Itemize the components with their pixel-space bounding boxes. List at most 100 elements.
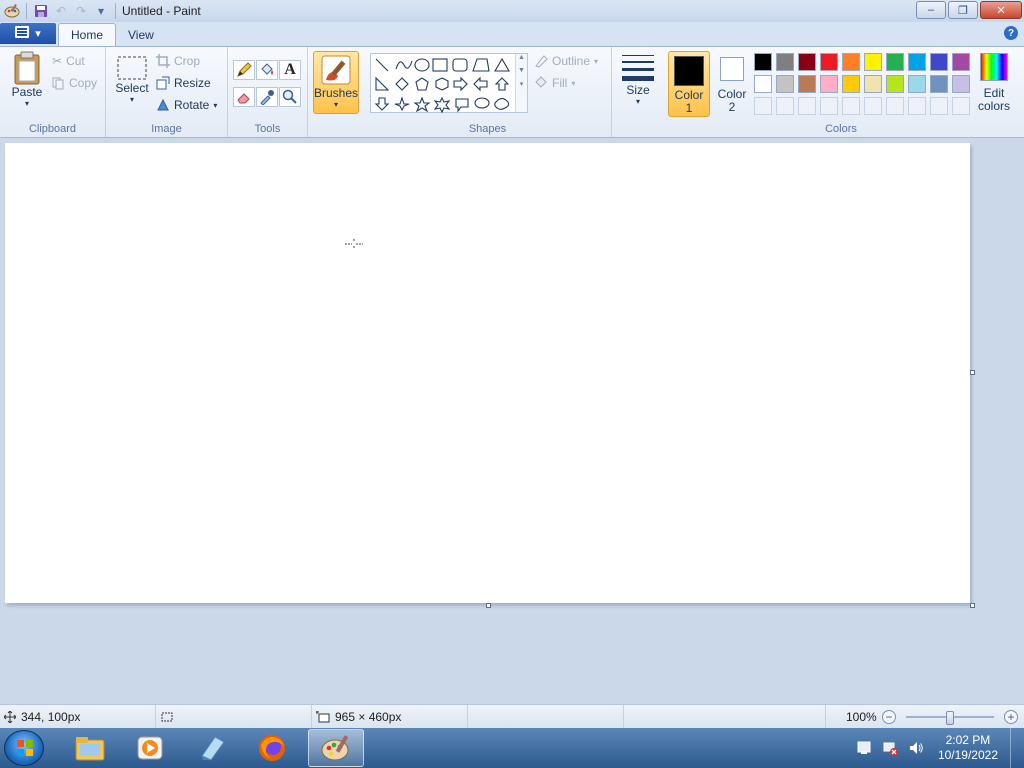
canvas-workspace[interactable] [0,138,1024,704]
shapes-group: ▲ ▼ ▾ Outline ▾ Fill ▾ Shapes [364,47,612,137]
zoom-slider-thumb[interactable] [946,711,954,725]
zoom-in-button[interactable]: + [1004,710,1018,724]
custom-color-slot[interactable] [908,97,926,115]
start-button[interactable] [4,730,44,766]
color-swatch[interactable] [820,53,838,71]
qat-separator [26,3,27,19]
color-swatch[interactable] [754,53,772,71]
scroll-down-icon[interactable]: ▼ [516,67,527,74]
color-swatch[interactable] [864,75,882,93]
volume-icon[interactable] [906,738,926,758]
outline-button[interactable]: Outline ▾ [534,51,598,71]
paint-menu-button[interactable]: ▾ [0,23,56,44]
paste-button[interactable]: Paste ▾ [8,51,46,108]
ribbon: Paste ▾ ✂ Cut Copy Clipboard Select ▾ Cr… [0,46,1024,138]
color-swatch[interactable] [864,53,882,71]
text-tool[interactable]: A [279,60,301,80]
rotate-button[interactable]: Rotate ▾ [156,95,217,115]
brushes-button[interactable]: Brushes ▾ [313,51,359,114]
color-swatch[interactable] [952,75,970,93]
edit-colors-button[interactable]: Edit colors [974,53,1014,113]
close-button[interactable]: ✕ [980,1,1022,19]
color-swatch[interactable] [952,53,970,71]
tools-group-label: Tools [254,123,281,135]
resize-handle-bottom[interactable] [486,603,491,608]
color-swatch[interactable] [754,75,772,93]
color2-button[interactable]: Color 2 [712,51,752,117]
shapes-scrollbar[interactable]: ▲ ▼ ▾ [515,54,527,112]
clock[interactable]: 2:02 PM 10/19/2022 [938,733,998,763]
color1-button[interactable]: Color 1 [668,51,710,117]
minimize-button[interactable]: – [916,1,946,19]
eraser-tool[interactable] [233,87,255,107]
color-swatch[interactable] [842,75,860,93]
taskbar-explorer[interactable] [62,729,118,767]
resize-button[interactable]: Resize [156,73,211,93]
custom-color-slot[interactable] [820,97,838,115]
custom-color-slot[interactable] [776,97,794,115]
taskbar-media-player[interactable] [122,729,178,767]
zoom-out-button[interactable]: − [882,710,896,724]
tab-view[interactable]: View [116,23,166,46]
color-swatch[interactable] [886,53,904,71]
expand-gallery-icon[interactable]: ▾ [516,80,527,88]
pencil-tool[interactable] [233,60,255,80]
tab-home[interactable]: Home [58,23,117,46]
custom-color-slot[interactable] [864,97,882,115]
crop-button[interactable]: Crop [156,51,200,71]
rotate-label: Rotate [174,98,210,112]
quick-access-toolbar: ↶ ↷ ▾ [0,0,120,22]
color-swatch[interactable] [886,75,904,93]
color-swatch[interactable] [908,53,926,71]
size-button[interactable]: Size ▾ [618,53,658,106]
undo-icon[interactable]: ↶ [51,1,71,21]
color-swatch[interactable] [798,75,816,93]
scroll-up-icon[interactable]: ▲ [516,54,527,61]
taskbar-paint[interactable] [308,729,364,767]
resize-handle-corner[interactable] [970,603,975,608]
color-swatch[interactable] [842,53,860,71]
color-swatch[interactable] [930,75,948,93]
resize-icon [156,76,170,90]
selection-icon [160,711,174,723]
color-swatch[interactable] [776,53,794,71]
cursor-position: 344, 100px [4,705,156,729]
shapes-gallery: ▲ ▼ ▾ [370,53,528,114]
paint-app-icon[interactable] [2,1,22,21]
drawing-canvas[interactable] [5,143,970,603]
color-swatch[interactable] [908,75,926,93]
status-segment-empty [626,705,826,729]
fill-tool[interactable] [256,60,278,80]
save-icon[interactable] [31,1,51,21]
color-swatch[interactable] [798,53,816,71]
fill-button[interactable]: Fill ▾ [534,73,575,93]
color1-swatch [674,56,704,86]
brush-icon [320,54,352,86]
action-center-icon[interactable] [854,738,874,758]
copy-button[interactable]: Copy [52,73,97,93]
help-icon[interactable]: ? [1004,26,1018,40]
resize-handle-right[interactable] [970,370,975,375]
network-error-icon[interactable] [880,738,900,758]
color2-swatch [720,57,744,81]
redo-icon[interactable]: ↷ [71,1,91,21]
color-swatch[interactable] [776,75,794,93]
taskbar-notepad[interactable] [184,729,240,767]
color-picker-tool[interactable] [256,87,278,107]
color-swatch[interactable] [820,75,838,93]
custom-color-slot[interactable] [952,97,970,115]
show-desktop-button[interactable] [1010,728,1024,768]
custom-color-slot[interactable] [886,97,904,115]
status-bar: 344, 100px 965 × 460px 100% − + [0,704,1024,729]
magnifier-tool[interactable] [279,87,301,107]
taskbar-firefox[interactable] [244,729,300,767]
cut-button[interactable]: ✂ Cut [52,51,85,71]
restore-button[interactable]: ❐ [948,1,978,19]
custom-color-slot[interactable] [842,97,860,115]
custom-color-slot[interactable] [930,97,948,115]
custom-color-slot[interactable] [798,97,816,115]
custom-color-slot[interactable] [754,97,772,115]
color-swatch[interactable] [930,53,948,71]
select-button[interactable]: Select ▾ [114,55,150,104]
customize-qat-icon[interactable]: ▾ [91,1,111,21]
